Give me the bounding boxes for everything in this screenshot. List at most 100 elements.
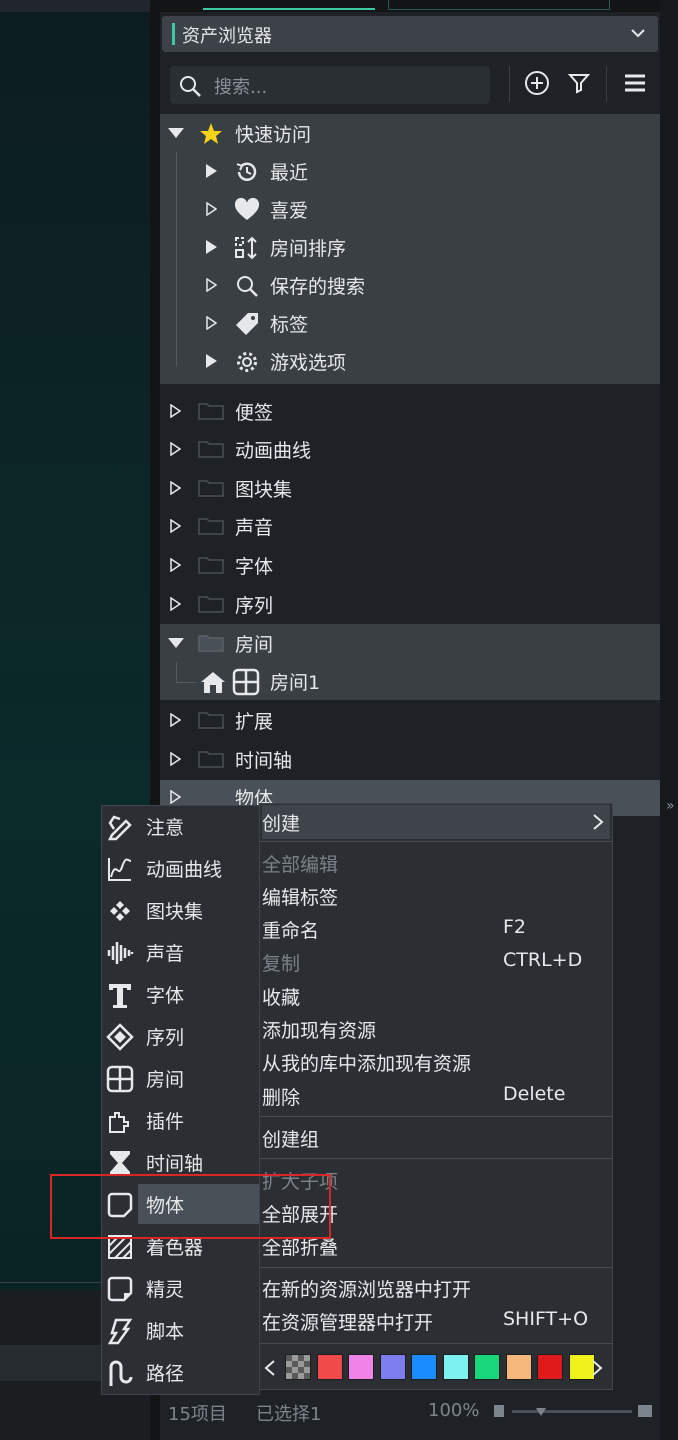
expand-arrow-icon[interactable] [206,202,217,216]
zoom-out-icon[interactable] [494,1405,504,1417]
color-swatch[interactable] [537,1354,563,1380]
quick-access-item-saved-searches[interactable]: 保存的搜索 [160,266,660,304]
color-swatch[interactable] [442,1354,469,1380]
quick-access-item-room-order[interactable]: 房间排序 [160,228,660,266]
expand-arrow-icon[interactable] [170,442,181,456]
group-sounds[interactable]: 声音 [160,507,660,545]
add-circle-icon [525,71,549,95]
quick-access-header[interactable]: 快速访问 [160,114,660,152]
quick-access-item-game-options[interactable]: 游戏选项 [160,342,660,380]
zoom-level: 100% [428,1400,480,1421]
group-timelines[interactable]: 时间轴 [160,740,660,778]
submenu-item-sound[interactable]: 声音 [102,932,259,972]
menu-item-duplicate[interactable]: 复制 CTRL+D [262,945,610,977]
room1-item[interactable]: 房间1 [160,662,660,700]
group-fonts[interactable]: 字体 [160,546,660,584]
expand-arrow-icon[interactable] [170,752,181,766]
group-notes[interactable]: 便签 [160,392,660,430]
color-prev-icon[interactable] [264,1359,276,1377]
filter-button[interactable] [562,66,596,100]
collapse-panel-icon[interactable]: » [666,798,675,814]
menu-item-edit-all[interactable]: 全部编辑 [262,846,610,878]
expand-arrow-icon[interactable] [206,278,217,292]
expand-arrow-icon[interactable] [170,713,181,727]
quick-access-item-recent[interactable]: 最近 [160,152,660,190]
menu-item-favorite[interactable]: 收藏 [262,979,610,1011]
collapse-arrow-icon[interactable] [168,638,184,648]
highlight-annotation-box [50,1174,331,1239]
group-rooms[interactable]: 房间 [160,624,660,662]
submenu-item-label: 图块集 [146,901,204,923]
submenu-item-tileset[interactable]: 图块集 [102,890,259,930]
color-swatch[interactable] [379,1354,406,1380]
menu-divider [260,1343,612,1344]
color-swatch[interactable] [411,1354,437,1380]
color-next-icon[interactable] [591,1359,603,1377]
submenu-item-path[interactable]: 路径 [102,1352,259,1392]
expand-arrow-icon[interactable] [206,354,217,368]
asset-browser-header[interactable]: 资产浏览器 [162,16,658,52]
menu-item-edit-tags[interactable]: 编辑标签 [262,879,610,911]
menu-item-rename[interactable]: 重命名 F2 [262,912,610,944]
menu-item-delete[interactable]: 删除 Delete [262,1079,610,1111]
group-label: 字体 [235,556,274,578]
menu-item-create-group[interactable]: 创建组 [262,1121,610,1153]
expand-arrow-icon[interactable] [206,316,217,330]
search-input[interactable]: 搜索... [170,66,490,104]
submenu-item-sprite[interactable]: 精灵 [102,1268,259,1308]
group-label: 声音 [235,517,274,539]
color-swatch[interactable] [285,1354,311,1380]
menu-item-add-from-library[interactable]: 从我的库中添加现有资源 [262,1045,610,1077]
menu-item-open-new-browser[interactable]: 在新的资源浏览器中打开 [262,1271,610,1303]
add-asset-button[interactable] [520,66,554,100]
color-swatch[interactable] [474,1354,500,1380]
submenu-item-script[interactable]: 脚本 [102,1310,259,1350]
expand-arrow-icon[interactable] [206,164,217,178]
submenu-item-anim-curve[interactable]: 动画曲线 [102,848,259,888]
menu-item-label: 创建组 [262,1129,320,1151]
tab-active[interactable] [203,0,375,10]
submenu-item-extension[interactable]: 插件 [102,1100,259,1140]
color-swatch[interactable] [348,1354,374,1380]
zoom-slider[interactable] [512,1410,632,1413]
group-sequences[interactable]: 序列 [160,585,660,623]
menu-item-label: 创建 [262,813,301,835]
folder-icon [198,518,224,535]
selected-count: 已选择1 [256,1404,322,1425]
color-swatch[interactable] [316,1354,343,1380]
expand-arrow-icon[interactable] [170,597,181,611]
expand-arrow-icon[interactable] [170,790,181,804]
group-anim-curves[interactable]: 动画曲线 [160,430,660,468]
expand-arrow-icon[interactable] [206,240,217,254]
menu-item-open-explorer[interactable]: 在资源管理器中打开 SHIFT+O [262,1304,610,1336]
collapse-arrow-icon[interactable] [168,128,184,138]
group-label: 便签 [235,402,274,424]
room-icon [106,1065,134,1093]
expand-arrow-icon[interactable] [170,519,181,533]
chevron-down-icon[interactable] [630,25,646,41]
expand-arrow-icon[interactable] [170,404,181,418]
folder-icon [198,480,224,497]
expand-arrow-icon[interactable] [170,558,181,572]
zoom-slider-handle[interactable] [536,1408,546,1418]
submenu-item-label: 精灵 [146,1279,185,1301]
zoom-in-icon[interactable] [638,1405,652,1417]
quick-access-item-tags[interactable]: 标签 [160,304,660,342]
menu-button[interactable] [618,66,652,100]
submenu-item-room[interactable]: 房间 [102,1058,259,1098]
tag-icon [236,313,258,335]
group-extensions[interactable]: 扩展 [160,701,660,739]
header-accent [172,23,175,45]
color-swatch[interactable] [505,1354,532,1380]
submenu-item-font[interactable]: 字体 [102,974,259,1014]
expand-arrow-icon[interactable] [170,481,181,495]
folder-icon [198,557,224,574]
path-icon [109,1360,133,1386]
submenu-item-sequence[interactable]: 序列 [102,1016,259,1056]
tab-inactive[interactable] [388,0,610,10]
submenu-item-note[interactable]: 注意 [102,806,259,846]
group-tilesets[interactable]: 图块集 [160,469,660,507]
quick-access-item-favorites[interactable]: 喜爱 [160,190,660,228]
menu-item-create[interactable]: 创建 [262,805,610,839]
menu-item-add-existing[interactable]: 添加现有资源 [262,1012,610,1044]
